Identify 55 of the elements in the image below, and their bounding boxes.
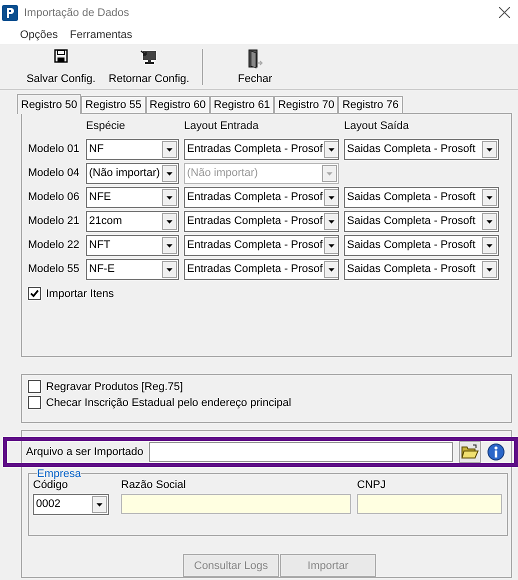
species-dropdown[interactable]: NFT [86, 234, 179, 256]
input-layout-dropdown[interactable]: Entradas Completa - Prosof [184, 186, 339, 208]
species-dropdown[interactable]: NF-E [86, 258, 179, 280]
input-layout-dropdown[interactable]: Entradas Completa - Prosof [184, 210, 339, 232]
open-folder-button[interactable] [459, 440, 481, 463]
tab[interactable]: Registro 61 [210, 96, 274, 114]
menu-item[interactable]: Opções [20, 28, 58, 40]
checkmark-icon [30, 289, 39, 298]
monitor-arrow-icon [140, 49, 158, 65]
company-code-dropdown[interactable]: 0002 [33, 494, 109, 515]
tab[interactable]: Registro 70 [274, 96, 338, 114]
window-title: Importação de Dados [24, 6, 130, 18]
checkbox[interactable]: Checar Inscrição Estadual pelo endereço principal [28, 396, 511, 409]
field-label: Arquivo a ser Importado [26, 446, 144, 458]
row-label: Modelo 21 [28, 215, 80, 227]
toolbar-button[interactable]: Salvar Config. [20, 47, 102, 89]
input-layout-dropdown[interactable]: Entradas Completa - Prosof [184, 258, 339, 280]
output-layout-dropdown[interactable]: Saidas Completa - Prosoft [344, 258, 499, 280]
species-dropdown[interactable]: 21com [86, 210, 179, 232]
file-path-field[interactable] [149, 442, 453, 462]
field-label: Código [33, 478, 68, 491]
output-layout-dropdown[interactable]: Saidas Completa - Prosoft [344, 234, 499, 256]
menu-item[interactable]: Ferramentas [70, 28, 132, 40]
tab[interactable]: Registro 60 [146, 96, 210, 114]
close-icon[interactable] [499, 7, 510, 18]
input-layout-dropdown[interactable]: Entradas Completa - Prosof [184, 234, 339, 256]
row-label: Modelo 06 [28, 191, 80, 203]
toolbar-button[interactable]: Fechar [209, 47, 301, 89]
input-layout-dropdown[interactable]: Entradas Completa - Prosof [184, 138, 339, 160]
output-layout-dropdown[interactable]: Saidas Completa - Prosoft [344, 138, 499, 160]
tab[interactable]: Registro 55 [81, 96, 146, 114]
row-label: Modelo 55 [28, 263, 80, 275]
field-label: Razão Social [121, 478, 187, 491]
column-header: Layout Saída [344, 120, 410, 134]
checkbox[interactable]: Importar Itens [28, 287, 511, 300]
species-dropdown[interactable]: NF [86, 138, 179, 160]
field-label: CNPJ [357, 478, 387, 491]
row-label: Modelo 01 [28, 143, 80, 155]
column-header: Espécie [86, 120, 126, 134]
output-layout-dropdown[interactable]: Saidas Completa - Prosoft [344, 210, 499, 232]
door-exit-icon [246, 49, 264, 69]
group-legend: Empresa [37, 468, 82, 479]
output-layout-dropdown[interactable]: Saidas Completa - Prosoft [344, 186, 499, 208]
company-name-field[interactable] [121, 494, 351, 514]
row-label: Modelo 04 [28, 167, 80, 179]
tab[interactable]: Registro 50 [17, 94, 82, 114]
row-label: Modelo 22 [28, 239, 80, 251]
species-dropdown[interactable]: NFE [86, 186, 179, 208]
info-icon[interactable] [487, 442, 505, 461]
tab[interactable]: Registro 76 [338, 96, 403, 114]
toolbar-button[interactable]: Retornar Config. [102, 47, 196, 89]
checkbox[interactable]: Regravar Produtos [Reg.75] [28, 380, 511, 393]
column-header: Layout Entrada [184, 120, 260, 134]
species-dropdown[interactable]: (Não importar) [86, 162, 179, 184]
cnpj-field[interactable] [357, 494, 502, 514]
